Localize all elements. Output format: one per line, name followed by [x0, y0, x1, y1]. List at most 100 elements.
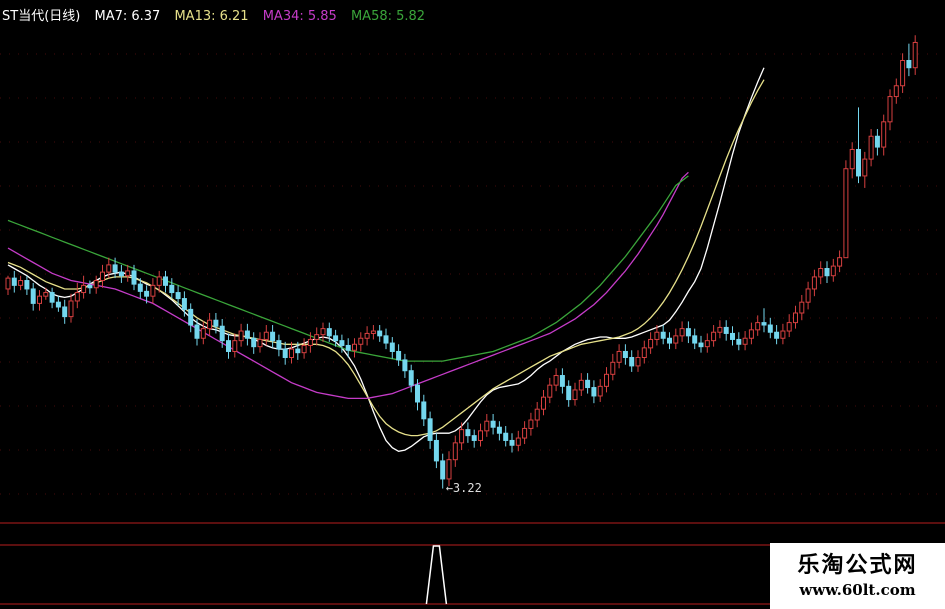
candle	[541, 389, 546, 416]
candle	[81, 275, 87, 299]
candle	[11, 270, 17, 293]
candle-body	[528, 419, 534, 429]
candle-body	[736, 338, 742, 345]
candle	[188, 303, 194, 333]
candle	[383, 328, 389, 350]
candle-body	[660, 331, 666, 339]
candle-body	[24, 280, 30, 290]
candle	[118, 264, 124, 283]
legend-title: ST当代(日线)	[2, 9, 81, 24]
candle	[780, 323, 786, 345]
candle-body	[616, 350, 622, 363]
candle	[320, 322, 326, 342]
candle	[799, 294, 805, 321]
candle-body	[799, 301, 805, 314]
candle-body	[163, 276, 168, 286]
candle	[818, 261, 824, 285]
candle	[528, 412, 534, 436]
candle-body	[654, 331, 660, 340]
chart-grid	[0, 53, 945, 495]
candle-body	[345, 344, 351, 351]
candle-body	[478, 430, 483, 441]
candle	[849, 142, 855, 179]
candle	[874, 129, 880, 156]
candle-body	[383, 335, 389, 344]
candle	[824, 261, 830, 283]
candle-body	[717, 326, 723, 333]
candle-body	[396, 350, 402, 361]
candle	[396, 344, 402, 366]
candle-body	[786, 322, 792, 332]
candle-body	[509, 439, 515, 446]
candle	[711, 325, 717, 347]
candle	[616, 344, 622, 369]
candle-body	[635, 356, 641, 367]
stock-chart[interactable]	[0, 0, 945, 609]
candle-body	[585, 379, 591, 389]
candle-body	[200, 328, 206, 339]
candle	[30, 282, 36, 311]
candle	[87, 280, 93, 294]
candle-body	[106, 264, 112, 273]
candle	[478, 423, 483, 447]
candle-body	[490, 420, 496, 428]
candle-body	[5, 277, 11, 290]
candle-body	[238, 330, 244, 342]
candle-body	[18, 280, 24, 286]
candle-body	[352, 343, 357, 351]
candle-body	[900, 60, 906, 87]
candle	[490, 414, 496, 435]
candle	[333, 329, 339, 347]
candle-body	[307, 338, 313, 346]
candle	[377, 325, 383, 342]
candle-body	[484, 420, 490, 432]
candle-body	[692, 335, 698, 344]
low-price-marker: ←3.22	[445, 480, 482, 495]
candle-body	[597, 385, 603, 397]
candle	[723, 320, 729, 341]
candle-body	[194, 324, 200, 339]
candle-body	[793, 312, 798, 324]
candle	[55, 296, 61, 312]
candle	[93, 275, 99, 294]
candle-body	[698, 342, 704, 348]
candle	[465, 422, 471, 443]
candle	[591, 380, 597, 404]
candle-body	[112, 264, 118, 273]
candle-body	[408, 370, 414, 386]
candle	[887, 89, 893, 131]
candle	[62, 299, 68, 324]
candle	[503, 426, 509, 447]
candle	[370, 325, 376, 340]
candle-body	[289, 348, 294, 358]
candle-body	[572, 389, 578, 401]
candle	[597, 379, 603, 402]
candle-body	[100, 271, 105, 282]
candle	[648, 332, 654, 354]
candle-body	[679, 328, 685, 337]
candle	[484, 414, 490, 437]
candle	[238, 323, 244, 347]
candle-body	[333, 335, 339, 342]
candle	[748, 322, 754, 345]
candle-body	[276, 340, 282, 350]
candle-body	[87, 284, 93, 289]
candle	[169, 278, 175, 299]
candle	[263, 325, 269, 346]
candle-body	[830, 265, 836, 277]
candle-body	[402, 359, 408, 372]
candle	[767, 317, 773, 339]
candle	[150, 278, 156, 304]
candle-body	[685, 328, 691, 337]
candle	[622, 344, 628, 365]
candle-body	[503, 432, 509, 441]
candle-body	[440, 460, 446, 480]
candle-body	[144, 290, 150, 297]
candle-body	[181, 298, 187, 310]
candle-body	[742, 337, 748, 345]
candle	[730, 326, 735, 346]
candle-body	[559, 375, 565, 387]
candle	[5, 275, 11, 295]
candle	[811, 269, 817, 297]
candle-body	[137, 283, 143, 292]
